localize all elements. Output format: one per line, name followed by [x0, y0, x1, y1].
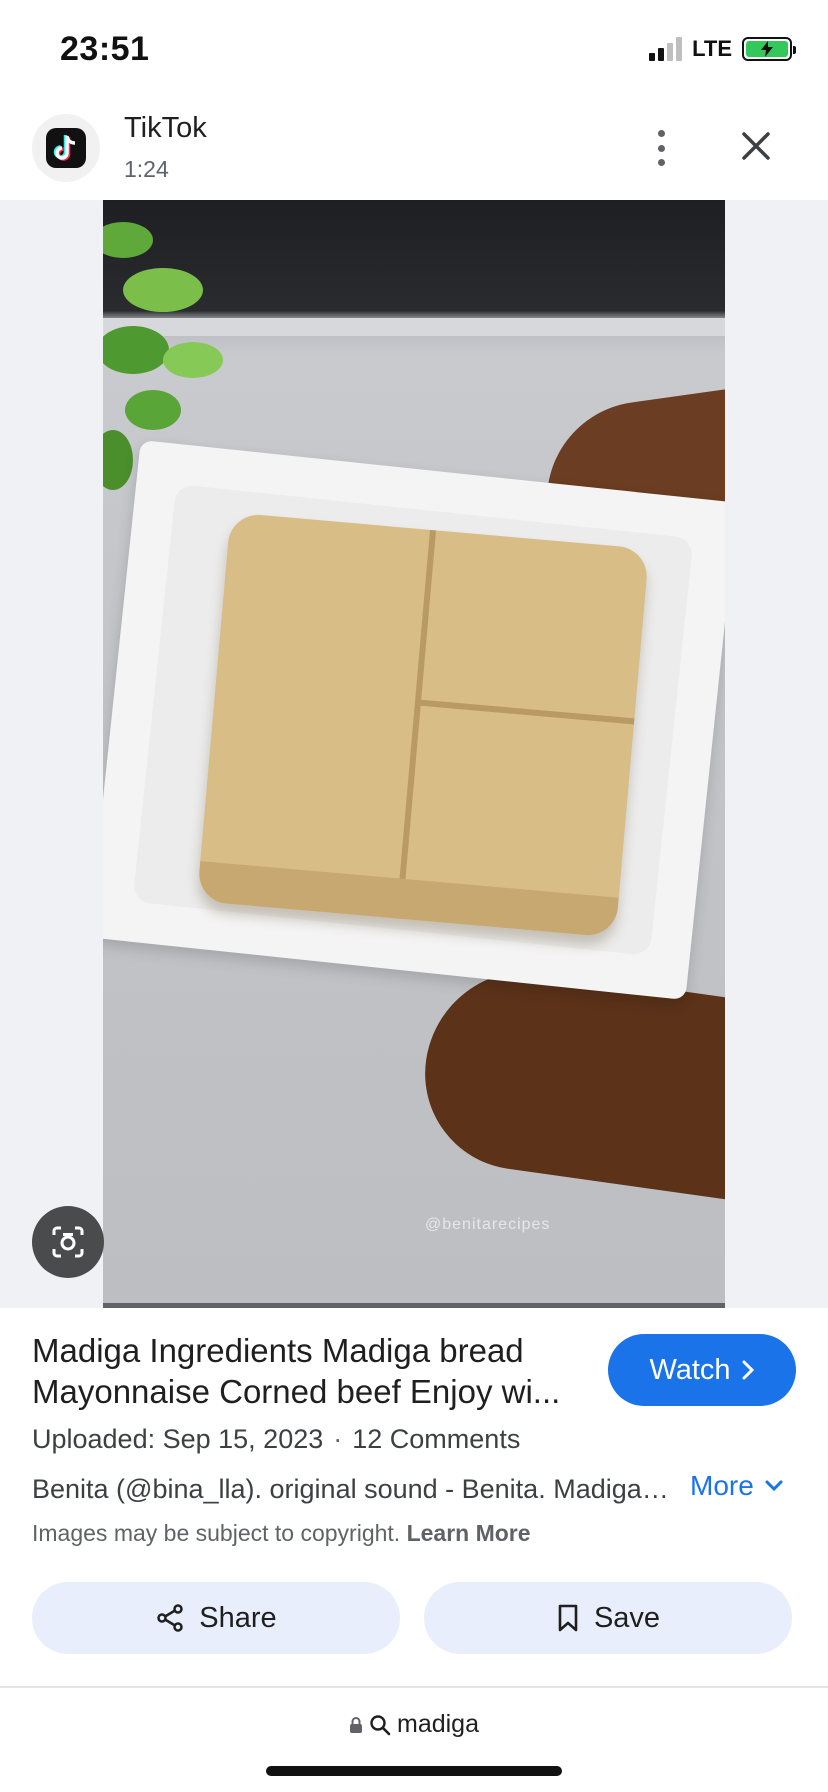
share-button[interactable]: Share [32, 1582, 400, 1654]
video-progress-bar [103, 1303, 725, 1308]
comment-count: 12 Comments [352, 1424, 521, 1454]
video-thumbnail[interactable]: @benitarecipes [103, 200, 725, 1308]
bottom-divider [0, 1686, 828, 1688]
madiga-bread-image [196, 512, 650, 938]
close-icon[interactable] [736, 126, 776, 166]
lens-icon [52, 1226, 84, 1258]
upload-date: Uploaded: Sep 15, 2023 [32, 1424, 324, 1454]
search-icon [370, 1714, 391, 1735]
meta-separator: · [333, 1424, 343, 1454]
status-time: 23:51 [60, 30, 150, 68]
more-button-label: More [690, 1470, 754, 1501]
lock-icon [350, 1716, 362, 1733]
copyright-text: Images may be subject to copyright. [32, 1520, 401, 1546]
network-type: LTE [692, 36, 732, 61]
chevron-down-icon [765, 1480, 783, 1492]
bookmark-icon [558, 1604, 578, 1632]
source-name[interactable]: TikTok [124, 112, 207, 145]
share-icon [157, 1604, 184, 1632]
address-bar-query: madiga [397, 1710, 479, 1738]
video-watermark: @benitarecipes [425, 1216, 551, 1233]
result-title[interactable]: Madiga Ingredients Madiga bread Mayonnai… [32, 1330, 592, 1412]
save-button[interactable]: Save [424, 1582, 792, 1654]
result-description: Benita (@bina_lla). original sound - Ben… [32, 1474, 672, 1504]
chevron-right-icon [742, 1360, 754, 1380]
address-bar[interactable]: madiga [0, 1710, 828, 1739]
more-options-icon[interactable] [646, 124, 676, 172]
save-button-label: Save [593, 1601, 661, 1634]
more-button[interactable]: More [690, 1470, 784, 1502]
status-indicators: LTE [649, 36, 796, 62]
video-duration: 1:24 [124, 156, 169, 182]
status-bar: 23:51 LTE [0, 0, 828, 100]
result-header: TikTok 1:24 [0, 100, 828, 200]
tiktok-logo-icon [32, 114, 100, 182]
watch-button[interactable]: Watch [608, 1334, 796, 1406]
battery-icon [742, 37, 796, 61]
copyright-notice: Images may be subject to copyright. Lear… [32, 1520, 531, 1547]
signal-icon [649, 37, 683, 61]
lens-search-button[interactable] [32, 1206, 104, 1278]
learn-more-link[interactable]: Learn More [407, 1520, 531, 1546]
watch-button-label: Watch [649, 1353, 731, 1386]
home-indicator [266, 1766, 562, 1776]
result-meta: Uploaded: Sep 15, 2023 · 12 Comments [32, 1424, 520, 1455]
share-button-label: Share [199, 1601, 277, 1634]
media-viewer: @benitarecipes [0, 200, 828, 1308]
